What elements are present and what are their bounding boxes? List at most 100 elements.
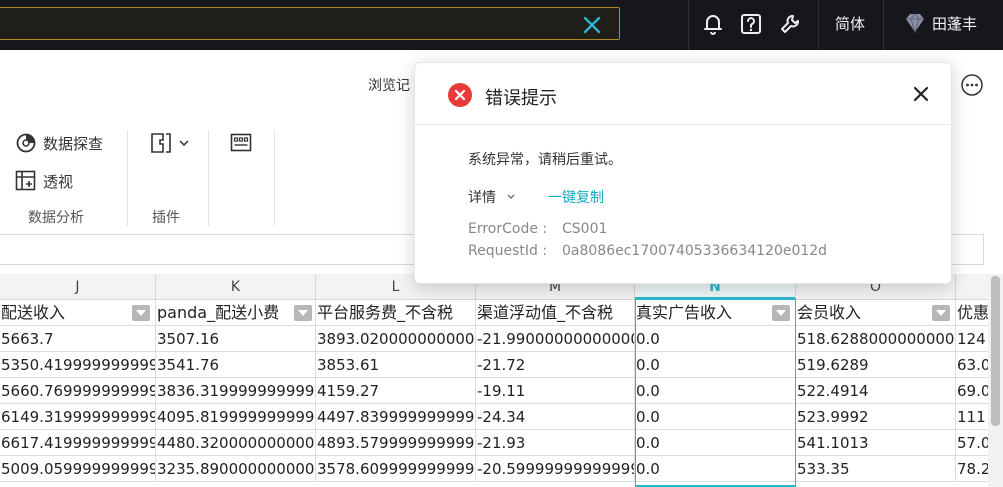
table-cell[interactable]: -20.59999999999999 [476,456,635,482]
diamond-avatar-icon [906,13,924,33]
dialog-header: 错误提示 [415,63,951,125]
header-cell[interactable]: panda_配送小费 [156,300,316,326]
bell-icon[interactable] [700,11,726,37]
table-cell[interactable]: 63.0 [956,352,990,378]
table-cell[interactable]: 4893.57999999999999 [316,430,476,456]
chevron-down-icon [179,140,189,147]
error-message: 系统异常，请稍后重试。 [468,152,622,168]
table-cell[interactable]: 0.0 [635,378,796,404]
plugin-dropdown[interactable] [150,132,196,154]
table-row: 6617.419999999999994480.3200000000000148… [0,430,990,456]
table-cell[interactable]: 533.35 [796,456,956,482]
copy-button[interactable]: 一键复制 [548,187,604,207]
spreadsheet-grid[interactable]: J K L M N O 配送收入 panda_配送小费 平台服务费_不含税 渠道… [0,274,990,487]
pivot-label: 透视 [43,172,74,191]
global-search-input[interactable] [9,13,569,35]
error-dialog: 错误提示 系统异常，请稍后重试。 详情 一键复制 ErrorCode : CS0… [414,62,952,284]
panel-icon [230,133,252,152]
user-menu[interactable]: 田蓬丰 [904,11,977,35]
column-letter[interactable]: K [156,274,316,300]
filter-dropdown-icon[interactable] [932,305,950,321]
more-options-icon[interactable] [960,73,984,97]
vertical-scrollbar[interactable] [988,274,1003,487]
column-letter[interactable]: J [0,274,156,300]
detail-toggle[interactable]: 详情 [468,187,516,207]
wrench-icon[interactable] [778,11,804,37]
ribbon-separator [208,130,209,226]
ribbon-group-plugin: 插件 [152,210,180,226]
table-cell[interactable]: 5663.7 [0,326,156,352]
help-icon[interactable] [738,11,764,37]
clear-icon[interactable] [581,14,603,36]
table-cell[interactable]: -21.99000000000000 [476,326,635,352]
close-icon[interactable] [912,85,930,103]
ribbon-separator [274,130,275,226]
data-explore-label: 数据探查 [43,134,104,153]
dialog-title: 错误提示 [485,88,557,109]
table-row: 5663.7 3507.16 3893.02000000000002 -21.9900… [0,326,990,352]
table-cell[interactable]: 3893.02000000000002 [316,326,476,352]
ribbon-group-data-analysis: 数据分析 [28,210,84,226]
request-id-value: 0a8086ec17007405336634120e012d [562,243,828,259]
table-cell[interactable]: 0.0 [635,326,796,352]
header-cell[interactable]: 渠道浮动值_不含税 [476,300,635,326]
table-row: 6149.319999999999994095.8199999999999944… [0,404,990,430]
chevron-down-icon [507,194,515,199]
table-cell[interactable]: 0.0 [635,430,796,456]
header-row: 配送收入 panda_配送小费 平台服务费_不含税 渠道浮动值_不含税 真实广告… [0,300,990,326]
filter-dropdown-icon[interactable] [294,305,312,321]
table-cell[interactable]: -24.34 [476,404,635,430]
table-cell[interactable]: 69.0 [956,378,990,404]
table-cell[interactable]: 78.2 [956,456,990,482]
error-code-label: ErrorCode : [468,221,548,237]
table-cell[interactable]: 3853.61 [316,352,476,378]
table-cell[interactable]: 3507.16 [156,326,316,352]
table-cell[interactable]: 3235.89000000000000 [156,456,316,482]
language-switch[interactable]: 简体 [820,13,880,34]
table-cell[interactable]: 0.0 [635,456,796,482]
global-search-box[interactable] [0,7,620,40]
column-letter[interactable] [956,274,990,300]
table-cell[interactable]: 111 [956,404,990,430]
table-cell[interactable]: 0.0 [635,404,796,430]
header-cell[interactable]: 优惠 [956,300,990,326]
top-bar: 简体 田蓬丰 [0,0,1003,50]
table-cell[interactable]: 124 [956,326,990,352]
header-cell[interactable]: 平台服务费_不含税 [316,300,476,326]
table-cell[interactable]: 523.9992 [796,404,956,430]
filter-dropdown-icon[interactable] [772,305,790,321]
table-cell[interactable]: -19.11 [476,378,635,404]
request-id-label: RequestId : [468,243,548,259]
panel-button[interactable] [230,132,258,154]
table-cell[interactable]: 519.6289 [796,352,956,378]
table-cell[interactable]: 5350.41999999999997 [0,352,156,378]
table-cell[interactable]: 4159.27 [316,378,476,404]
error-icon [448,83,472,107]
table-cell[interactable]: 3541.76 [156,352,316,378]
table-cell[interactable]: 4497.83999999999999 [316,404,476,430]
table-cell[interactable]: 5009.05999999999999 [0,456,156,482]
browse-history-label[interactable]: 浏览记 [368,75,410,95]
table-cell[interactable]: -21.93 [476,430,635,456]
table-cell[interactable]: 4480.32000000000001 [156,430,316,456]
topbar-divider [883,0,884,50]
table-cell[interactable]: 6617.41999999999999 [0,430,156,456]
filter-dropdown-icon[interactable] [132,305,150,321]
table-cell[interactable]: 522.4914 [796,378,956,404]
table-cell[interactable]: 541.1013 [796,430,956,456]
table-cell[interactable]: 4095.81999999999999 [156,404,316,430]
table-row: 5009.059999999999993235.8900000000000035… [0,456,990,482]
scrollbar-thumb[interactable] [991,276,1000,426]
table-cell[interactable]: 57.0 [956,430,990,456]
table-cell[interactable]: 0.0 [635,352,796,378]
table-cell[interactable]: 518.62880000000001 [796,326,956,352]
data-explore-button[interactable]: 数据探查 [15,132,103,154]
pivot-button[interactable]: 透视 [15,170,73,192]
table-row: 5350.419999999999973541.763853.61-21.720… [0,352,990,378]
table-cell[interactable]: 6149.31999999999999 [0,404,156,430]
table-cell[interactable]: 5660.76999999999999 [0,378,156,404]
table-cell[interactable]: 3836.31999999999999 [156,378,316,404]
plugin-icon [151,133,171,153]
table-cell[interactable]: -21.72 [476,352,635,378]
table-cell[interactable]: 3578.60999999999999 [316,456,476,482]
